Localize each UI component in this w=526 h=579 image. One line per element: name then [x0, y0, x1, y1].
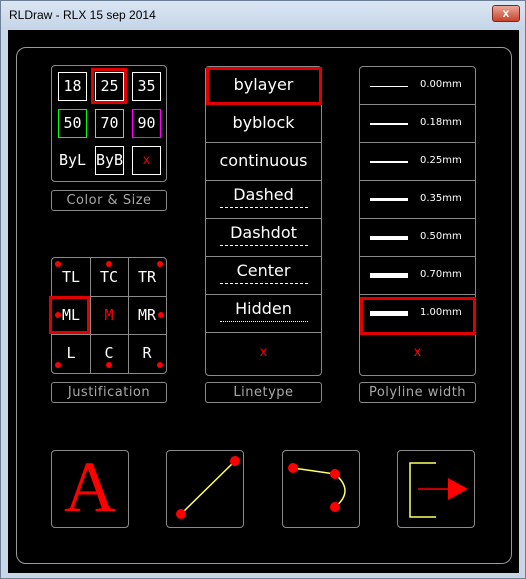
width-0.70[interactable]: 0.70mm: [360, 257, 475, 295]
close-button[interactable]: x: [492, 5, 520, 22]
color-button-35[interactable]: 35: [132, 72, 161, 101]
color-size-caption: Color & Size: [51, 190, 167, 211]
justify-m[interactable]: M: [90, 296, 128, 334]
color-selection-highlight: [91, 68, 127, 104]
linetype-byblock[interactable]: byblock: [206, 105, 321, 143]
hidden-pattern: [220, 321, 308, 322]
line-tool-icon: [176, 456, 240, 519]
width-0.50[interactable]: 0.50mm: [360, 219, 475, 257]
width-0.00[interactable]: 0.00mm: [360, 67, 475, 105]
exit-button[interactable]: [397, 450, 475, 528]
width-label-0.18: 0.18mm: [420, 117, 462, 128]
width-label-0.25: 0.25mm: [420, 155, 462, 166]
dashed-pattern: [220, 207, 308, 208]
justification-caption: Justification: [51, 382, 167, 403]
width-line-0.35: [370, 198, 408, 201]
linetype-dashdot[interactable]: Dashdot: [206, 219, 321, 257]
width-selection-highlight: [360, 297, 476, 335]
color-button-18[interactable]: 18: [58, 72, 87, 101]
linetype-clear-button[interactable]: x: [206, 333, 321, 375]
linetype-center[interactable]: Center: [206, 257, 321, 295]
width-line-0.18: [370, 123, 408, 125]
width-0.25[interactable]: 0.25mm: [360, 143, 475, 181]
color-button-bylayer[interactable]: ByL: [58, 146, 87, 175]
anchor-dot-tl: [55, 261, 61, 267]
polyline-width-caption: Polyline width: [359, 382, 476, 403]
width-line-0.25: [370, 161, 408, 163]
color-button-70[interactable]: 70: [95, 109, 124, 138]
linetype-center-label: Center: [236, 261, 291, 280]
rldraw-window: RLDraw - RLX 15 sep 2014 x 18 25 35 50 7…: [0, 0, 526, 579]
exit-icon: [409, 462, 468, 518]
linetype-dashdot-label: Dashdot: [230, 223, 297, 242]
width-0.18[interactable]: 0.18mm: [360, 105, 475, 143]
width-line-0.50: [370, 236, 408, 240]
color-button-byblock[interactable]: ByB: [95, 146, 124, 175]
text-tool-icon: A: [64, 447, 116, 527]
linetype-dashed-label: Dashed: [233, 185, 294, 204]
linetype-hidden[interactable]: Hidden: [206, 295, 321, 333]
anchor-dot-mr: [158, 312, 164, 318]
width-label-0.50: 0.50mm: [420, 231, 462, 242]
anchor-dot-tr: [157, 261, 163, 267]
color-button-90[interactable]: 90: [132, 109, 161, 138]
dashdot-pattern: [220, 245, 308, 246]
anchor-dot-tc: [106, 261, 112, 267]
polyline-tool-button[interactable]: [282, 450, 360, 528]
line-tool-button[interactable]: [166, 450, 244, 528]
width-0.35[interactable]: 0.35mm: [360, 181, 475, 219]
title-bar: RLDraw - RLX 15 sep 2014 x: [1, 1, 525, 29]
linetype-continuous[interactable]: continuous: [206, 143, 321, 181]
linetype-hidden-label: Hidden: [235, 299, 292, 318]
anchor-dot-l: [55, 362, 61, 368]
color-clear-button[interactable]: x: [132, 146, 161, 175]
client-area: 18 25 35 50 70 90 ByL ByB x Color & Size…: [8, 30, 519, 573]
center-pattern: [220, 283, 308, 284]
anchor-dot-c: [106, 362, 112, 368]
width-line-0.70: [370, 273, 408, 278]
linetype-selection-highlight: [206, 67, 322, 105]
color-button-50[interactable]: 50: [58, 109, 87, 138]
width-label-0.35: 0.35mm: [420, 193, 462, 204]
width-label-0.00: 0.00mm: [420, 79, 462, 90]
linetype-panel: bylayer byblock continuous Dashed Dashdo…: [205, 66, 322, 376]
window-title: RLDraw - RLX 15 sep 2014: [9, 8, 156, 22]
polyline-tool-icon: [288, 463, 346, 512]
linetype-caption: Linetype: [205, 382, 322, 403]
justification-selection-highlight: [49, 296, 90, 334]
width-line-0.00: [370, 86, 408, 87]
linetype-dashed[interactable]: Dashed: [206, 181, 321, 219]
text-tool-button[interactable]: A: [51, 447, 129, 528]
width-label-0.70: 0.70mm: [420, 269, 462, 280]
anchor-dot-r: [157, 362, 163, 368]
width-clear-button[interactable]: x: [360, 333, 475, 375]
